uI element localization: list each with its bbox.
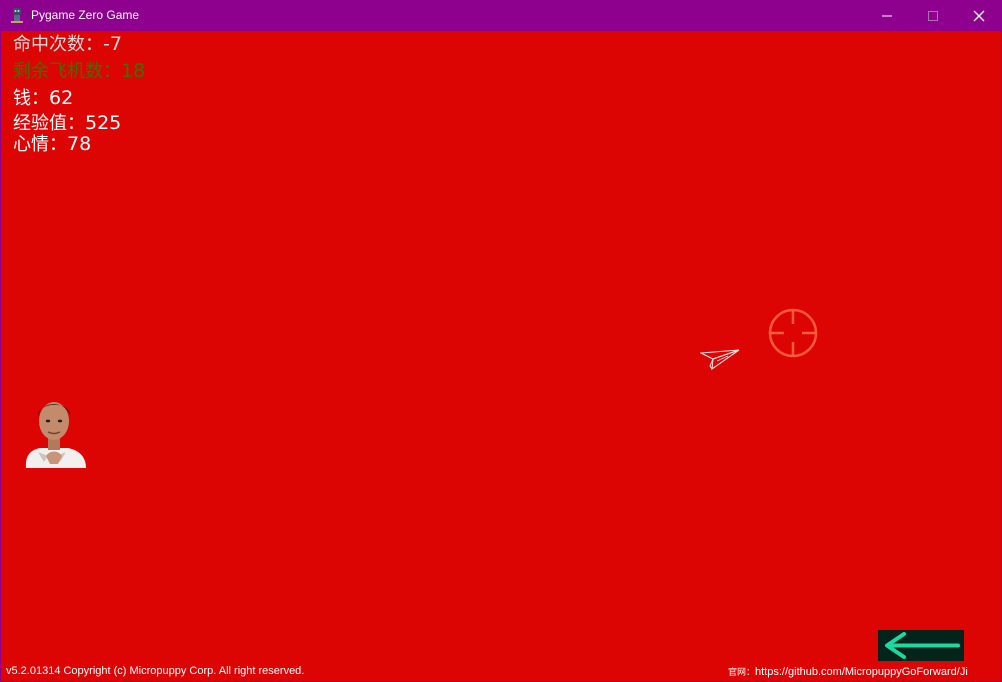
- copyright-text: v5.2.01314 Copyright (c) Micropuppy Corp…: [6, 665, 305, 677]
- game-window: Pygame Zero Game 命中次数：-7 剩余飞机数：18 钱：62 经…: [0, 0, 1002, 682]
- planes-left-value: 18: [121, 60, 146, 82]
- website-info: 官网：https://github.com/MicropuppyGoForwar…: [728, 665, 968, 678]
- planes-left-label: 剩余飞机数：: [13, 61, 121, 82]
- pygame-zero-icon: [11, 8, 23, 23]
- experience-value: 525: [85, 112, 122, 134]
- close-button[interactable]: [956, 0, 1002, 31]
- hits-stat: 命中次数：-7: [13, 32, 122, 57]
- money-stat: 钱：62: [13, 86, 73, 111]
- minimize-icon: [882, 15, 892, 16]
- mood-stat: 心情：78: [13, 132, 91, 157]
- hits-value: -7: [103, 33, 122, 55]
- back-button[interactable]: [878, 630, 964, 661]
- mood-value: 78: [67, 133, 92, 155]
- mood-label: 心情：: [13, 134, 67, 155]
- money-label: 钱：: [13, 88, 49, 109]
- money-value: 62: [49, 87, 74, 109]
- website-url: https://github.com/MicropuppyGoForward/J…: [755, 666, 968, 678]
- window-title: Pygame Zero Game: [31, 8, 140, 22]
- close-icon: [973, 10, 985, 21]
- hits-label: 命中次数：: [13, 34, 103, 55]
- crosshair-icon[interactable]: [767, 307, 819, 359]
- paper-plane-icon[interactable]: [700, 347, 740, 371]
- title-bar[interactable]: Pygame Zero Game: [0, 0, 1002, 31]
- maximize-icon: [928, 10, 938, 21]
- game-canvas[interactable]: 命中次数：-7 剩余飞机数：18 钱：62 经验值：525 心情：78 v5.2…: [1, 31, 1001, 681]
- player-avatar: [25, 402, 86, 468]
- arrow-left-icon: [885, 632, 960, 659]
- experience-label: 经验值：: [13, 113, 85, 134]
- maximize-button[interactable]: [910, 0, 956, 31]
- website-label: 官网：: [728, 668, 756, 678]
- planes-left-stat: 剩余飞机数：18: [13, 59, 145, 84]
- minimize-button[interactable]: [864, 0, 910, 31]
